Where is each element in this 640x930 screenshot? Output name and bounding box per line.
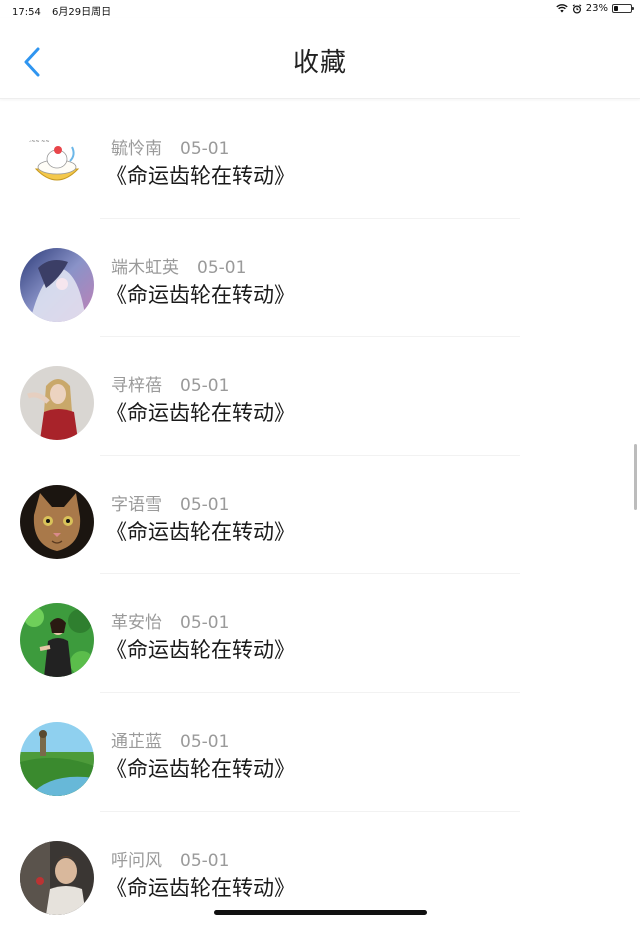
item-meta: 寻梓蓓 05-01 bbox=[111, 371, 229, 396]
avatar bbox=[20, 484, 94, 559]
item-author: 呼问风 bbox=[111, 850, 162, 871]
item-date: 05-01 bbox=[180, 850, 230, 871]
status-bar: 17:54 6月29日周日 23% bbox=[0, 0, 640, 18]
list-item[interactable]: 通芷蓝 05-01 《命运齿轮在转动》 bbox=[0, 693, 640, 812]
item-meta: 端木虹英 05-01 bbox=[111, 253, 246, 278]
list-item[interactable]: ~~~ ~~ 毓怜南 05-01 《命运齿轮在转动》 bbox=[0, 100, 640, 219]
woman-red-top-avatar bbox=[20, 366, 94, 441]
item-meta: 呼问风 05-01 bbox=[111, 846, 229, 871]
status-time: 17:54 bbox=[12, 7, 41, 18]
item-title: 《命运齿轮在转动》 bbox=[106, 519, 295, 544]
landscape-avatar bbox=[20, 721, 94, 796]
list-item[interactable]: 字语雪 05-01 《命运齿轮在转动》 bbox=[0, 456, 640, 575]
item-author: 寻梓蓓 bbox=[111, 376, 162, 397]
item-title: 《命运齿轮在转动》 bbox=[106, 756, 295, 781]
item-date: 05-01 bbox=[180, 139, 230, 159]
page-title: 收藏 bbox=[292, 48, 347, 78]
item-title: 《命运齿轮在转动》 bbox=[106, 164, 295, 188]
status-right: 23% bbox=[556, 3, 634, 14]
scroll-indicator[interactable] bbox=[634, 444, 637, 510]
wifi-icon bbox=[556, 4, 568, 13]
item-title: 《命运齿轮在转动》 bbox=[106, 638, 295, 663]
kitten-avatar bbox=[20, 484, 94, 559]
item-meta: 通芷蓝 05-01 bbox=[111, 727, 229, 752]
item-title: 《命运齿轮在转动》 bbox=[106, 875, 295, 900]
item-title: 《命运齿轮在转动》 bbox=[106, 282, 295, 307]
home-indicator[interactable] bbox=[214, 910, 427, 915]
list-item[interactable]: 寻梓蓓 05-01 《命运齿轮在转动》 bbox=[0, 337, 640, 456]
item-title: 《命运齿轮在转动》 bbox=[106, 401, 295, 426]
cartoon-bowl-avatar: ~~~ ~~ bbox=[20, 129, 94, 203]
item-meta: 革安怡 05-01 bbox=[111, 608, 229, 633]
avatar: ~~~ ~~ bbox=[20, 129, 94, 203]
alarm-icon bbox=[572, 3, 582, 14]
item-author: 端木虹英 bbox=[111, 257, 179, 278]
item-meta: 字语雪 05-01 bbox=[111, 490, 229, 515]
item-meta: 毓怜南 05-01 bbox=[111, 134, 229, 159]
avatar bbox=[20, 366, 94, 441]
battery-fill bbox=[614, 6, 618, 11]
item-author: 革安怡 bbox=[111, 613, 162, 634]
item-date: 05-01 bbox=[180, 376, 230, 397]
item-author: 毓怜南 bbox=[111, 139, 162, 159]
avatar bbox=[20, 840, 94, 915]
battery-icon bbox=[612, 4, 634, 13]
status-date: 6月29日周日 bbox=[52, 7, 112, 18]
girl-green-avatar bbox=[20, 603, 94, 678]
nav-bar: 收藏 bbox=[0, 18, 640, 99]
avatar bbox=[20, 603, 94, 678]
item-date: 05-01 bbox=[180, 494, 230, 515]
item-date: 05-01 bbox=[180, 731, 230, 752]
item-author: 字语雪 bbox=[111, 494, 162, 515]
item-date: 05-01 bbox=[180, 613, 230, 634]
favorites-list: ~~~ ~~ 毓怜南 05-01 《命运齿轮在转动》 端木虹英 05-01 《命运齿… bbox=[0, 100, 640, 930]
anime-girl-avatar bbox=[20, 247, 94, 322]
avatar bbox=[20, 247, 94, 322]
battery-percent: 23% bbox=[585, 3, 608, 14]
list-item[interactable]: 革安怡 05-01 《命运齿轮在转动》 bbox=[0, 574, 640, 693]
item-author: 通芷蓝 bbox=[111, 731, 162, 752]
list-item[interactable]: 端木虹英 05-01 《命运齿轮在转动》 bbox=[0, 219, 640, 338]
svg-text:~~~ ~~: ~~~ ~~ bbox=[27, 139, 50, 145]
avatar bbox=[20, 721, 94, 796]
status-left: 17:54 6月29日周日 bbox=[12, 3, 119, 18]
man-portrait-avatar bbox=[20, 840, 94, 915]
item-date: 05-01 bbox=[197, 257, 247, 278]
